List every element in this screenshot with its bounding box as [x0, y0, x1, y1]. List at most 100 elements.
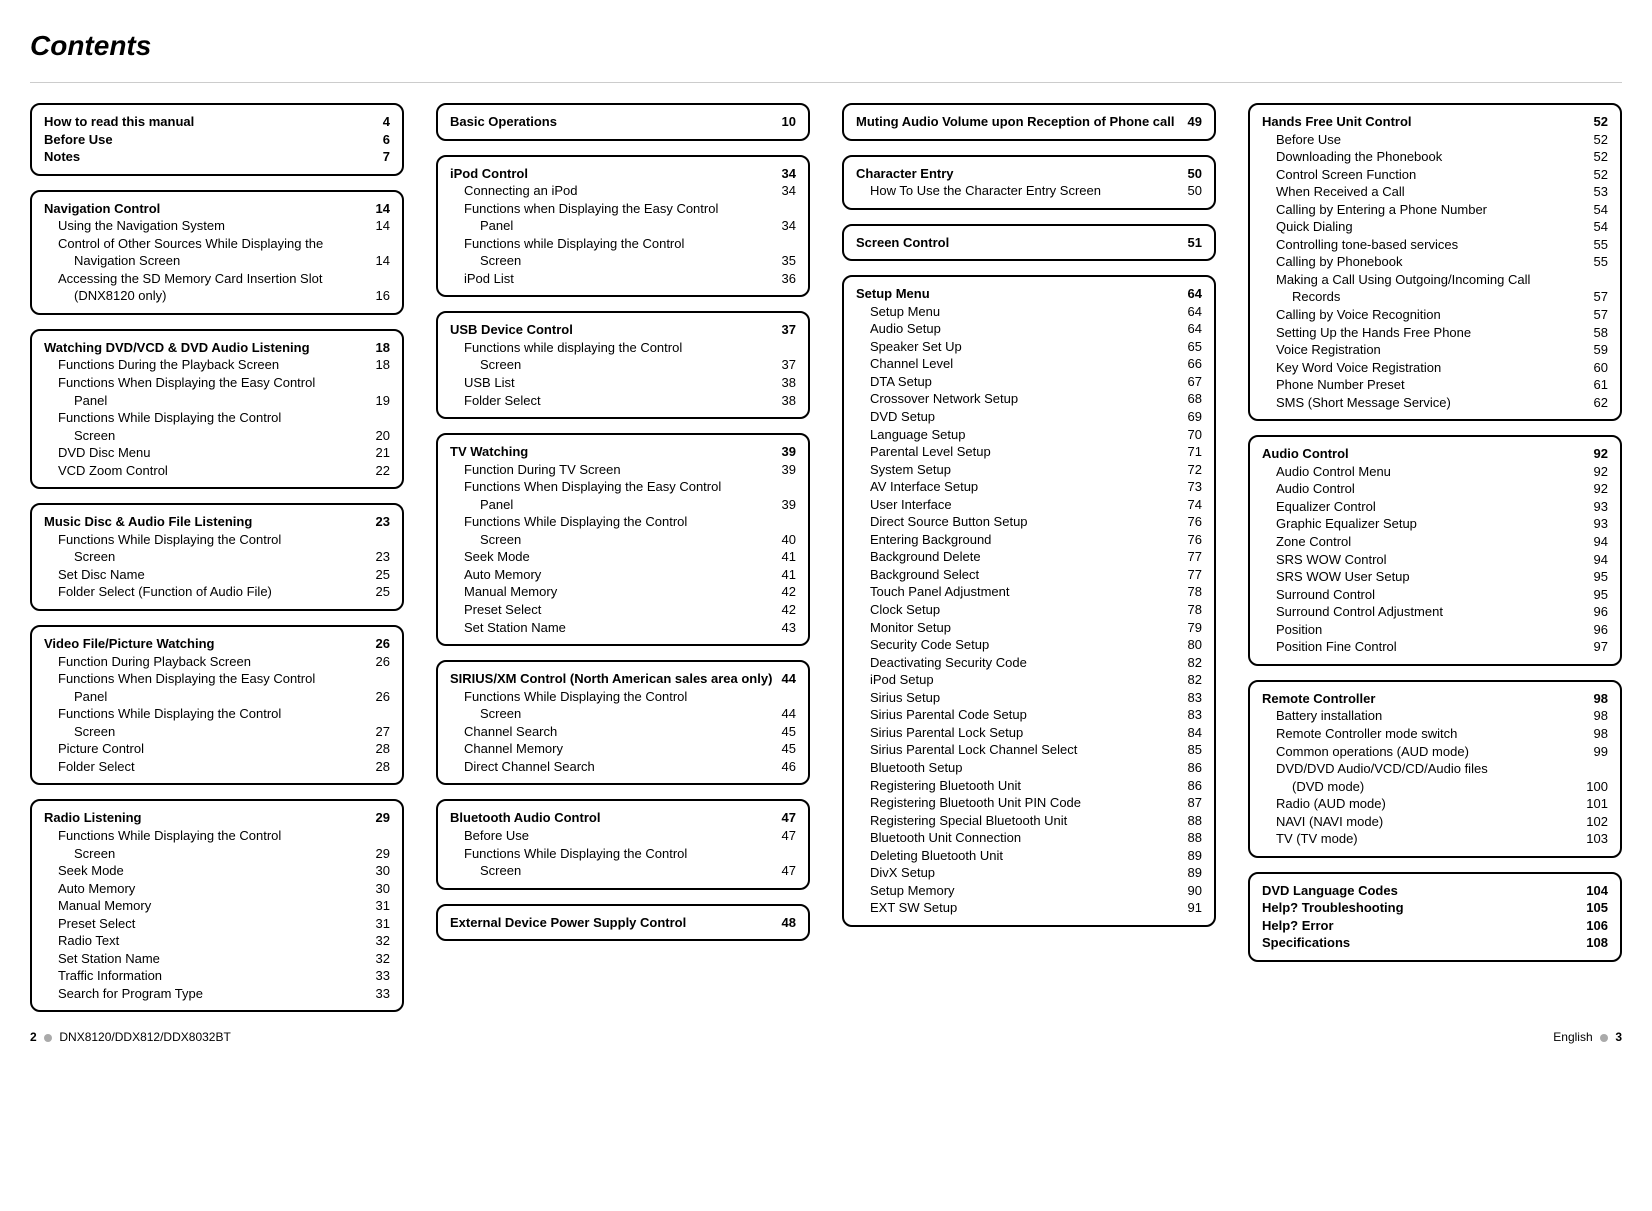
toc-item[interactable]: TV (TV mode)103: [1262, 830, 1608, 848]
toc-item[interactable]: How To Use the Character Entry Screen50: [856, 182, 1202, 200]
toc-item[interactable]: Making a Call Using Outgoing/Incoming Ca…: [1262, 271, 1608, 289]
toc-item[interactable]: Using the Navigation System14: [44, 217, 390, 235]
toc-item[interactable]: Manual Memory42: [450, 583, 796, 601]
toc-item[interactable]: Auto Memory41: [450, 566, 796, 584]
toc-item[interactable]: DTA Setup67: [856, 373, 1202, 391]
toc-item[interactable]: Set Station Name32: [44, 950, 390, 968]
toc-item[interactable]: Sirius Setup83: [856, 689, 1202, 707]
toc-item[interactable]: Entering Background76: [856, 531, 1202, 549]
toc-item[interactable]: Traffic Information33: [44, 967, 390, 985]
toc-item[interactable]: Before Use47: [450, 827, 796, 845]
toc-item[interactable]: Graphic Equalizer Setup93: [1262, 515, 1608, 533]
toc-item[interactable]: iPod List36: [450, 270, 796, 288]
toc-item[interactable]: SRS WOW User Setup95: [1262, 568, 1608, 586]
toc-section-title[interactable]: Watching DVD/VCD & DVD Audio Listening18: [44, 339, 390, 357]
toc-section-title[interactable]: DVD Language Codes104: [1262, 882, 1608, 900]
toc-item[interactable]: Remote Controller mode switch98: [1262, 725, 1608, 743]
toc-item[interactable]: Seek Mode30: [44, 862, 390, 880]
toc-item[interactable]: Common operations (AUD mode)99: [1262, 743, 1608, 761]
toc-item[interactable]: Connecting an iPod34: [450, 182, 796, 200]
toc-item[interactable]: Functions While Displaying the Control: [44, 409, 390, 427]
toc-section-title[interactable]: External Device Power Supply Control48: [450, 914, 796, 932]
toc-item[interactable]: Audio Control Menu92: [1262, 463, 1608, 481]
toc-item[interactable]: Channel Search45: [450, 723, 796, 741]
toc-item[interactable]: Manual Memory31: [44, 897, 390, 915]
toc-item[interactable]: Sirius Parental Lock Channel Select85: [856, 741, 1202, 759]
toc-item[interactable]: Functions While Displaying the Control: [450, 513, 796, 531]
toc-item[interactable]: Parental Level Setup71: [856, 443, 1202, 461]
toc-item[interactable]: Panel39: [450, 496, 796, 514]
toc-item[interactable]: Functions While Displaying the Control: [450, 688, 796, 706]
toc-item[interactable]: Sirius Parental Code Setup83: [856, 706, 1202, 724]
toc-section-title[interactable]: Bluetooth Audio Control47: [450, 809, 796, 827]
toc-item[interactable]: (DNX8120 only)16: [44, 287, 390, 305]
toc-section-title[interactable]: Music Disc & Audio File Listening23: [44, 513, 390, 531]
toc-item[interactable]: Preset Select42: [450, 601, 796, 619]
toc-section-title[interactable]: Remote Controller98: [1262, 690, 1608, 708]
toc-section-title[interactable]: How to read this manual4: [44, 113, 390, 131]
toc-section-title[interactable]: Video File/Picture Watching26: [44, 635, 390, 653]
toc-item[interactable]: SRS WOW Control94: [1262, 551, 1608, 569]
toc-item[interactable]: Before Use52: [1262, 131, 1608, 149]
toc-item[interactable]: DivX Setup89: [856, 864, 1202, 882]
toc-item[interactable]: Functions During the Playback Screen18: [44, 356, 390, 374]
toc-item[interactable]: Calling by Voice Recognition57: [1262, 306, 1608, 324]
toc-item[interactable]: Functions While Displaying the Control: [450, 845, 796, 863]
toc-item[interactable]: Functions When Displaying the Easy Contr…: [450, 478, 796, 496]
toc-item[interactable]: Radio (AUD mode)101: [1262, 795, 1608, 813]
toc-item[interactable]: Calling by Phonebook55: [1262, 253, 1608, 271]
toc-section-title[interactable]: iPod Control34: [450, 165, 796, 183]
toc-item[interactable]: Background Delete77: [856, 548, 1202, 566]
toc-item[interactable]: Direct Source Button Setup76: [856, 513, 1202, 531]
toc-item[interactable]: Folder Select (Function of Audio File)25: [44, 583, 390, 601]
toc-item[interactable]: Sirius Parental Lock Setup84: [856, 724, 1202, 742]
toc-item[interactable]: Position Fine Control97: [1262, 638, 1608, 656]
toc-item[interactable]: Records57: [1262, 288, 1608, 306]
toc-section-title[interactable]: Setup Menu64: [856, 285, 1202, 303]
toc-item[interactable]: Set Station Name43: [450, 619, 796, 637]
toc-section-title[interactable]: Help? Error106: [1262, 917, 1608, 935]
toc-item[interactable]: Preset Select31: [44, 915, 390, 933]
toc-item[interactable]: Crossover Network Setup68: [856, 390, 1202, 408]
toc-item[interactable]: Security Code Setup80: [856, 636, 1202, 654]
toc-item[interactable]: Bluetooth Unit Connection88: [856, 829, 1202, 847]
toc-item[interactable]: Functions while Displaying the Control: [450, 235, 796, 253]
toc-item[interactable]: Bluetooth Setup86: [856, 759, 1202, 777]
toc-item[interactable]: Monitor Setup79: [856, 619, 1202, 637]
toc-item[interactable]: Screen27: [44, 723, 390, 741]
toc-item[interactable]: Screen35: [450, 252, 796, 270]
toc-section-title[interactable]: Specifications108: [1262, 934, 1608, 952]
toc-item[interactable]: Deactivating Security Code82: [856, 654, 1202, 672]
toc-item[interactable]: Equalizer Control93: [1262, 498, 1608, 516]
toc-item[interactable]: Registering Bluetooth Unit PIN Code87: [856, 794, 1202, 812]
toc-section-title[interactable]: Muting Audio Volume upon Reception of Ph…: [856, 113, 1202, 131]
toc-item[interactable]: Functions When Displaying the Easy Contr…: [44, 670, 390, 688]
toc-item[interactable]: SMS (Short Message Service)62: [1262, 394, 1608, 412]
toc-item[interactable]: Voice Registration59: [1262, 341, 1608, 359]
toc-item[interactable]: Screen47: [450, 862, 796, 880]
toc-item[interactable]: Channel Level66: [856, 355, 1202, 373]
toc-item[interactable]: Screen44: [450, 705, 796, 723]
toc-item[interactable]: Controlling tone-based services55: [1262, 236, 1608, 254]
toc-item[interactable]: Quick Dialing54: [1262, 218, 1608, 236]
toc-section-title[interactable]: Help? Troubleshooting105: [1262, 899, 1608, 917]
toc-item[interactable]: Language Setup70: [856, 426, 1202, 444]
toc-item[interactable]: Downloading the Phonebook52: [1262, 148, 1608, 166]
toc-item[interactable]: Picture Control28: [44, 740, 390, 758]
toc-item[interactable]: Setup Menu64: [856, 303, 1202, 321]
toc-item[interactable]: Navigation Screen14: [44, 252, 390, 270]
toc-item[interactable]: Clock Setup78: [856, 601, 1202, 619]
toc-item[interactable]: Key Word Voice Registration60: [1262, 359, 1608, 377]
toc-item[interactable]: EXT SW Setup91: [856, 899, 1202, 917]
toc-item[interactable]: User Interface74: [856, 496, 1202, 514]
toc-item[interactable]: Function During Playback Screen26: [44, 653, 390, 671]
toc-section-title[interactable]: Basic Operations10: [450, 113, 796, 131]
toc-item[interactable]: Registering Bluetooth Unit86: [856, 777, 1202, 795]
toc-item[interactable]: Panel19: [44, 392, 390, 410]
toc-item[interactable]: (DVD mode)100: [1262, 778, 1608, 796]
toc-item[interactable]: Functions While Displaying the Control: [44, 531, 390, 549]
toc-section-title[interactable]: Character Entry50: [856, 165, 1202, 183]
toc-item[interactable]: System Setup72: [856, 461, 1202, 479]
toc-section-title[interactable]: Navigation Control14: [44, 200, 390, 218]
toc-item[interactable]: iPod Setup82: [856, 671, 1202, 689]
